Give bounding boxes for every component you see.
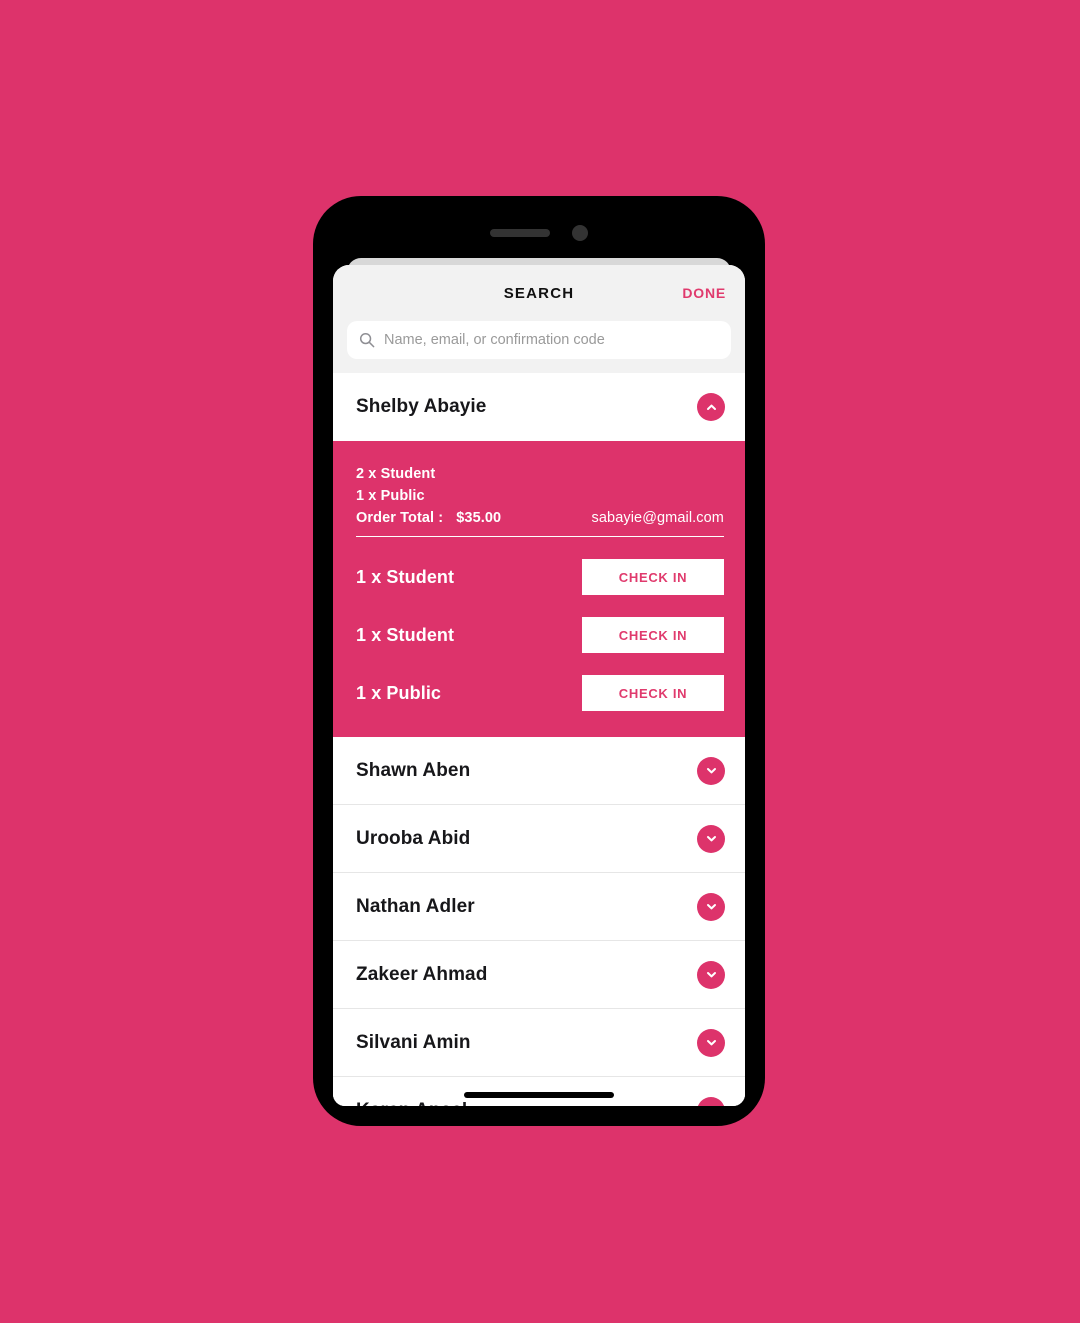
done-button[interactable]: DONE — [682, 285, 726, 301]
chevron-down-icon[interactable] — [697, 1028, 725, 1057]
speaker-bar-icon — [490, 229, 550, 237]
attendee-row-expanded[interactable]: Shelby Abayie — [333, 373, 745, 441]
attendee-name: Urooba Abid — [356, 827, 471, 849]
chevron-down-icon[interactable] — [697, 756, 725, 785]
attendee-row[interactable]: Urooba Abid — [333, 805, 745, 873]
search-header: SEARCH DONE — [333, 265, 745, 373]
chevron-up-icon[interactable] — [697, 393, 725, 421]
search-input-box[interactable] — [347, 321, 731, 359]
phone-notch — [313, 196, 765, 258]
front-camera-dot-icon — [572, 225, 588, 241]
check-in-button[interactable]: CHECK IN — [582, 559, 724, 595]
ticket-label: 1 x Student — [356, 624, 455, 645]
attendee-row[interactable]: Zakeer Ahmad — [333, 941, 745, 1009]
chevron-down-icon[interactable] — [697, 1096, 725, 1106]
search-input[interactable] — [384, 332, 719, 348]
ticket-label: 1 x Public — [356, 682, 442, 703]
order-total-value: $35.00 — [456, 510, 502, 526]
attendee-name: Zakeer Ahmad — [356, 963, 488, 985]
ticket-row: 1 x Student CHECK IN — [356, 559, 724, 595]
attendee-name: Silvani Amin — [356, 1031, 471, 1053]
attendee-row[interactable]: Nathan Adler — [333, 873, 745, 941]
order-summary-line: 1 x Public — [356, 488, 425, 504]
phone-device-frame: SEARCH DONE Shelby Ab — [313, 196, 765, 1126]
phone-screen: SEARCH DONE Shelby Ab — [333, 258, 745, 1106]
attendee-row[interactable]: Shawn Aben — [333, 737, 745, 805]
attendee-list: Shelby Abayie 2 x Student 1 x Public Ord… — [333, 373, 745, 1106]
attendee-email: sabayie@gmail.com — [591, 510, 724, 526]
search-field-wrapper — [333, 321, 745, 373]
attendee-name: Shawn Aben — [356, 759, 471, 781]
header-bar: SEARCH DONE — [333, 265, 745, 321]
chevron-down-icon[interactable] — [697, 892, 725, 921]
check-in-button[interactable]: CHECK IN — [582, 675, 724, 711]
attendee-name: Karen Ancel — [356, 1100, 467, 1107]
chevron-down-icon[interactable] — [697, 824, 725, 853]
ticket-row: 1 x Public CHECK IN — [356, 675, 724, 711]
ticket-row: 1 x Student CHECK IN — [356, 617, 724, 653]
order-total-label: Order Total : — [356, 510, 444, 526]
order-summary-line: 2 x Student — [356, 466, 436, 482]
order-total-row: Order Total : $35.00 sabayie@gmail.com — [356, 507, 724, 537]
page-title: SEARCH — [503, 284, 575, 302]
search-sheet: SEARCH DONE Shelby Ab — [333, 265, 745, 1106]
home-indicator-bar — [464, 1092, 614, 1098]
attendee-row[interactable]: Silvani Amin — [333, 1009, 745, 1077]
ticket-label: 1 x Student — [356, 566, 455, 587]
check-in-button[interactable]: CHECK IN — [582, 617, 724, 653]
chevron-down-icon[interactable] — [697, 960, 725, 989]
order-details-panel: 2 x Student 1 x Public Order Total : $35… — [333, 441, 745, 737]
attendee-name: Nathan Adler — [356, 895, 475, 917]
attendee-name: Shelby Abayie — [356, 396, 487, 417]
search-icon — [359, 332, 375, 348]
